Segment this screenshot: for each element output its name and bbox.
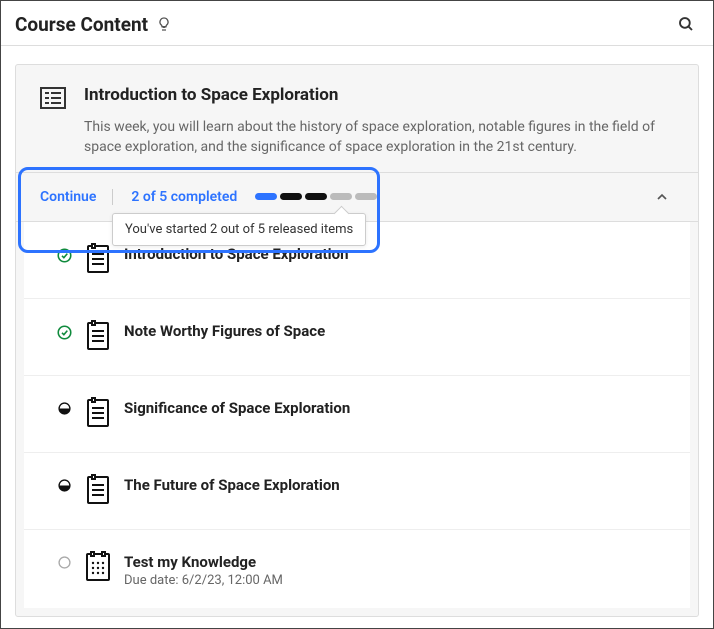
content-item[interactable]: Note Worthy Figures of Space bbox=[24, 299, 690, 376]
module-header: Introduction to Space Exploration This w… bbox=[16, 65, 698, 172]
item-text: Test my Knowledge Due date: 6/2/23, 12:00… bbox=[124, 550, 678, 588]
item-due-date: Due date: 6/2/23, 12:00 AM bbox=[124, 573, 678, 588]
module-items: Introduction to Space Exploration Note Wo… bbox=[24, 222, 690, 608]
progress-segment bbox=[330, 193, 352, 200]
progress-segment bbox=[305, 193, 327, 200]
progress-segment bbox=[355, 193, 377, 200]
progress-bar bbox=[255, 193, 377, 200]
document-icon bbox=[84, 473, 112, 509]
item-title: Note Worthy Figures of Space bbox=[124, 322, 678, 340]
half-circle-icon bbox=[56, 473, 72, 492]
half-circle-icon bbox=[56, 396, 72, 415]
item-title: Significance of Space Exploration bbox=[124, 399, 678, 417]
content-item[interactable]: Test my Knowledge Due date: 6/2/23, 12:00… bbox=[24, 530, 690, 608]
chevron-up-icon bbox=[654, 189, 670, 205]
check-circle-icon bbox=[56, 319, 72, 340]
progress-tooltip-text: You've started 2 out of 5 released items bbox=[125, 222, 353, 237]
item-title: Test my Knowledge bbox=[124, 553, 678, 571]
page-title: Course Content bbox=[15, 13, 148, 36]
item-text: The Future of Space Exploration bbox=[124, 473, 678, 494]
progress-segment bbox=[255, 193, 277, 200]
check-circle-icon bbox=[56, 242, 72, 263]
progress-tooltip: You've started 2 out of 5 released items bbox=[112, 213, 366, 246]
panel-header: Course Content bbox=[1, 1, 713, 46]
module-description: This week, you will learn about the hist… bbox=[84, 117, 674, 158]
content-item[interactable]: Significance of Space Exploration bbox=[24, 376, 690, 453]
panel-body: Introduction to Space Exploration This w… bbox=[1, 46, 713, 628]
search-button[interactable] bbox=[673, 11, 699, 37]
progress-count-text: 2 of 5 completed bbox=[131, 189, 237, 205]
progress-segment bbox=[280, 193, 302, 200]
collapse-toggle[interactable] bbox=[650, 185, 674, 209]
module-icon bbox=[40, 87, 66, 109]
quiz-icon bbox=[84, 550, 112, 586]
empty-circle-icon bbox=[56, 550, 72, 569]
progress-row: Continue 2 of 5 completed You've started… bbox=[16, 172, 698, 222]
content-item[interactable]: The Future of Space Exploration bbox=[24, 453, 690, 530]
module-title: Introduction to Space Exploration bbox=[84, 85, 674, 105]
document-icon bbox=[84, 242, 112, 278]
item-text: Note Worthy Figures of Space bbox=[124, 319, 678, 340]
item-text: Significance of Space Exploration bbox=[124, 396, 678, 417]
course-content-panel: Course Content bbox=[0, 0, 714, 629]
module-card: Introduction to Space Exploration This w… bbox=[15, 64, 699, 617]
item-title: The Future of Space Exploration bbox=[124, 476, 678, 494]
document-icon bbox=[84, 396, 112, 432]
document-icon bbox=[84, 319, 112, 355]
item-title: Introduction to Space Exploration bbox=[124, 245, 678, 263]
lightbulb-icon[interactable] bbox=[156, 16, 172, 32]
search-icon bbox=[677, 15, 695, 33]
continue-button[interactable]: Continue bbox=[40, 189, 113, 205]
